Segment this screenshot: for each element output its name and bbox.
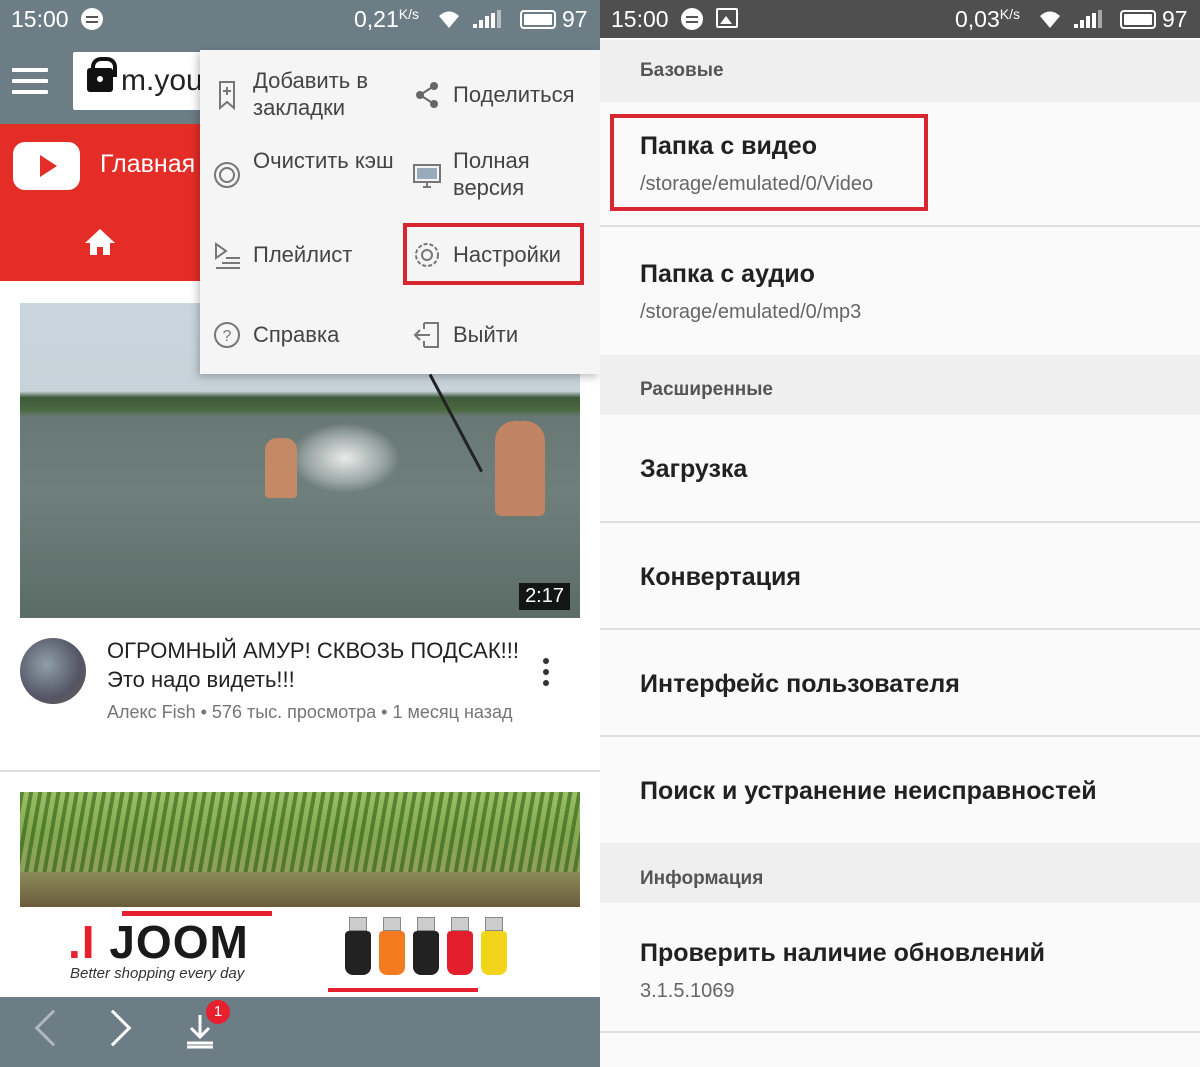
setting-troubleshoot[interactable]: Поиск и устранение неисправностей bbox=[600, 737, 1200, 843]
channel-name: Алекс Fish bbox=[107, 702, 196, 722]
ad-banner[interactable]: .I JOOM Better shopping every day bbox=[0, 907, 600, 997]
lock-icon bbox=[87, 57, 117, 92]
forward-icon[interactable] bbox=[94, 1009, 132, 1047]
video-thumbnail-2[interactable] bbox=[20, 792, 580, 907]
settings-highlight bbox=[403, 223, 584, 285]
help-icon: ? bbox=[214, 322, 240, 348]
download-badge: 1 bbox=[206, 1000, 230, 1024]
more-options-icon[interactable] bbox=[541, 658, 551, 688]
youtube-logo-icon[interactable] bbox=[13, 142, 80, 190]
view-count: 576 тыс. просмотра bbox=[211, 702, 377, 722]
share-icon bbox=[416, 82, 438, 108]
menu-item-clear-cache[interactable]: Очистить кэш bbox=[200, 138, 400, 218]
ad-brand: .I JOOM bbox=[68, 916, 249, 968]
setting-conversion[interactable]: Конвертация bbox=[600, 523, 1200, 628]
setting-title: Папка с аудио bbox=[640, 260, 815, 288]
wifi-icon bbox=[439, 11, 459, 28]
menu-icon[interactable] bbox=[12, 68, 48, 94]
right-screen: 15:00 0,03K/s 97 Базовые Папка с видео /… bbox=[600, 0, 1200, 1067]
setting-title: Интерфейс пользователя bbox=[640, 670, 960, 698]
video-title[interactable]: ОГРОМНЫЙ АМУР! СКВОЗЬ ПОДСАК!!! Это надо… bbox=[107, 636, 527, 694]
signal-icon bbox=[1074, 10, 1106, 28]
bookmark-icon bbox=[219, 81, 235, 110]
setting-value: 3.1.5.1069 bbox=[640, 980, 735, 1002]
playlist-icon bbox=[215, 242, 240, 269]
setting-title: Поиск и устранение неисправностей bbox=[640, 777, 1097, 805]
network-speed-unit: K/s bbox=[999, 6, 1020, 22]
menu-item-full-version[interactable]: Полная версия bbox=[400, 138, 600, 218]
setting-download[interactable]: Загрузка bbox=[600, 415, 1200, 521]
section-header-info: Информация bbox=[600, 843, 1200, 903]
status-bar: 15:00 0,21K/s 97 bbox=[0, 0, 600, 38]
clear-cache-icon bbox=[214, 162, 240, 188]
menu-item-share[interactable]: Поделиться bbox=[400, 58, 600, 138]
battery-icon bbox=[520, 10, 556, 29]
menu-item-bookmark[interactable]: Добавить в закладки bbox=[200, 58, 400, 138]
section-header-basic: Базовые bbox=[600, 40, 1200, 102]
setting-user-interface[interactable]: Интерфейс пользователя bbox=[600, 630, 1200, 735]
status-bar: 15:00 0,03K/s 97 bbox=[600, 0, 1200, 38]
video-meta: Алекс Fish • 576 тыс. просмотра • 1 меся… bbox=[107, 702, 513, 722]
status-time: 15:00 bbox=[611, 6, 669, 32]
video-duration: 2:17 bbox=[519, 583, 570, 610]
signal-icon bbox=[473, 10, 505, 28]
menu-item-help[interactable]: ? Справка bbox=[200, 298, 400, 378]
network-speed-unit: K/s bbox=[398, 6, 419, 22]
left-screen: 15:00 0,21K/s 97 m.you Главная 2:17 ОГРО… bbox=[0, 0, 600, 1067]
network-speed: 0,03K/s bbox=[955, 6, 1020, 32]
wifi-icon bbox=[1040, 11, 1060, 28]
desktop-icon bbox=[413, 164, 441, 188]
image-icon bbox=[716, 8, 738, 28]
ad-product-image bbox=[345, 917, 515, 987]
back-icon[interactable] bbox=[34, 1009, 72, 1047]
video-age: 1 месяц назад bbox=[392, 702, 513, 722]
battery-level: 97 bbox=[562, 6, 588, 32]
status-time: 15:00 bbox=[11, 6, 69, 32]
channel-avatar[interactable] bbox=[20, 638, 86, 704]
battery-icon bbox=[1120, 10, 1156, 29]
ad-tagline: Better shopping every day bbox=[70, 965, 245, 982]
network-speed: 0,21K/s bbox=[354, 6, 419, 32]
setting-audio-folder[interactable]: Папка с аудио /storage/emulated/0/mp3 bbox=[600, 227, 1200, 355]
section-header-advanced: Расширенные bbox=[600, 355, 1200, 415]
divider bbox=[0, 770, 600, 772]
message-icon bbox=[81, 8, 103, 30]
exit-icon bbox=[413, 322, 439, 348]
overflow-menu: Добавить в закладки Поделиться Очистить … bbox=[200, 50, 600, 374]
setting-title: Загрузка bbox=[640, 455, 748, 483]
setting-check-updates[interactable]: Проверить наличие обновлений 3.1.5.1069 bbox=[600, 903, 1200, 1031]
setting-video-folder[interactable]: Папка с видео /storage/emulated/0/Video bbox=[600, 102, 1200, 225]
browser-bottom-bar bbox=[0, 997, 600, 1067]
battery-level: 97 bbox=[1162, 6, 1188, 32]
video-folder-highlight bbox=[610, 114, 928, 211]
message-icon bbox=[681, 8, 703, 30]
home-icon[interactable] bbox=[84, 228, 116, 256]
setting-title: Проверить наличие обновлений bbox=[640, 939, 1046, 967]
url-text: m.you bbox=[121, 64, 203, 97]
youtube-title: Главная bbox=[100, 150, 196, 178]
setting-title: Конвертация bbox=[640, 563, 801, 591]
setting-value: /storage/emulated/0/mp3 bbox=[640, 301, 862, 323]
svg-text:?: ? bbox=[223, 328, 232, 345]
menu-item-exit[interactable]: Выйти bbox=[400, 298, 600, 378]
menu-item-playlist[interactable]: Плейлист bbox=[200, 218, 400, 298]
